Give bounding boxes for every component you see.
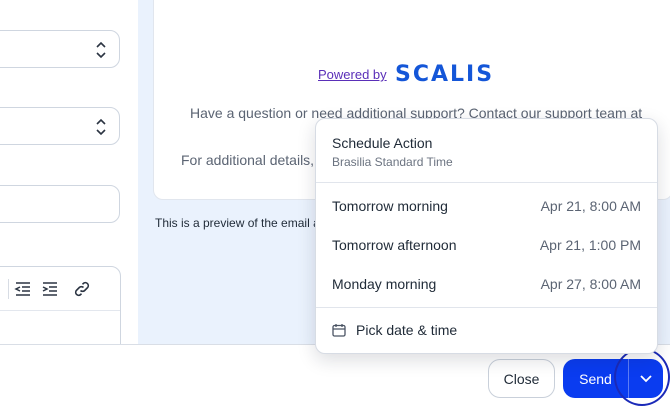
chevron-up-down-icon [96,41,106,59]
calendar-icon [332,324,346,337]
form-column [0,0,138,356]
pick-date-time-button[interactable]: Pick date & time [332,322,457,338]
schedule-option[interactable]: Tomorrow morning Apr 21, 8:00 AM [316,188,657,224]
powered-by-link[interactable]: Powered by [318,67,387,82]
scalis-logo: SCALIS [395,62,495,87]
pick-date-time-label: Pick date & time [356,322,458,338]
schedule-option[interactable]: Tomorrow afternoon Apr 21, 1:00 PM [316,227,657,263]
option-time: Apr 21, 8:00 AM [540,198,641,214]
outdent-icon[interactable] [14,280,32,298]
chevron-down-icon [640,374,652,382]
close-button[interactable]: Close [488,359,555,398]
option-label: Tomorrow afternoon [332,237,457,253]
option-time: Apr 27, 8:00 AM [540,276,641,292]
link-icon[interactable] [73,280,91,298]
option-time: Apr 21, 1:00 PM [539,237,641,253]
chevron-up-down-icon [96,118,106,136]
schedule-action-dropdown: Schedule Action Brasilia Standard Time T… [315,118,658,354]
preview-note: This is a preview of the email a [155,216,320,230]
timezone-label: Brasilia Standard Time [332,155,453,169]
option-label: Tomorrow morning [332,198,448,214]
text-input-field[interactable] [0,185,120,223]
dropdown-title: Schedule Action [332,135,433,151]
editor-toolbar [0,267,120,311]
schedule-dropdown-toggle[interactable] [629,359,663,398]
option-label: Monday morning [332,276,437,292]
dropdown-divider [316,307,657,308]
dropdown-divider [316,182,657,183]
details-text: For additional details, p [181,152,326,168]
select-field-1[interactable] [0,30,120,68]
select-field-2[interactable] [0,107,120,145]
rich-text-editor[interactable] [0,266,121,356]
send-split-button: Send [563,359,663,398]
schedule-option[interactable]: Monday morning Apr 27, 8:00 AM [316,266,657,302]
send-button[interactable]: Send [563,359,628,398]
indent-icon[interactable] [41,280,59,298]
toolbar-divider [8,279,9,299]
